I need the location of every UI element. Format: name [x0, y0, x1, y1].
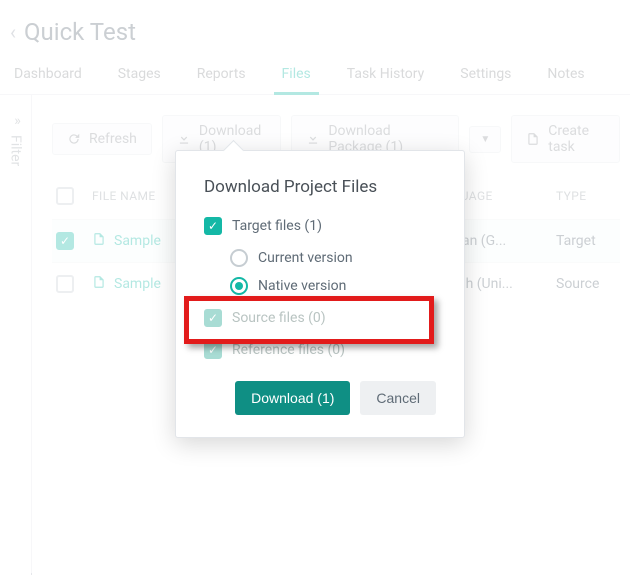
dialog-title: Download Project Files: [204, 177, 436, 197]
native-version-radio[interactable]: [230, 277, 248, 295]
target-files-checkbox[interactable]: [204, 217, 222, 235]
dialog-cancel-button[interactable]: Cancel: [360, 381, 436, 415]
current-version-label: Current version: [258, 250, 353, 266]
target-files-option[interactable]: Target files (1): [204, 217, 436, 235]
current-version-option[interactable]: Current version: [230, 249, 436, 267]
native-version-option[interactable]: Native version: [230, 277, 436, 295]
source-files-checkbox[interactable]: [204, 309, 222, 327]
download-dialog: Download Project Files Target files (1) …: [175, 150, 465, 438]
target-files-label: Target files (1): [232, 218, 322, 234]
reference-files-label: Reference files (0): [232, 342, 345, 358]
native-version-label: Native version: [258, 278, 346, 294]
reference-files-option[interactable]: Reference files (0): [204, 341, 436, 359]
source-files-label: Source files (0): [232, 310, 326, 326]
current-version-radio[interactable]: [230, 249, 248, 267]
source-files-option[interactable]: Source files (0): [204, 309, 436, 327]
dialog-download-button[interactable]: Download (1): [235, 381, 350, 415]
reference-files-checkbox[interactable]: [204, 341, 222, 359]
